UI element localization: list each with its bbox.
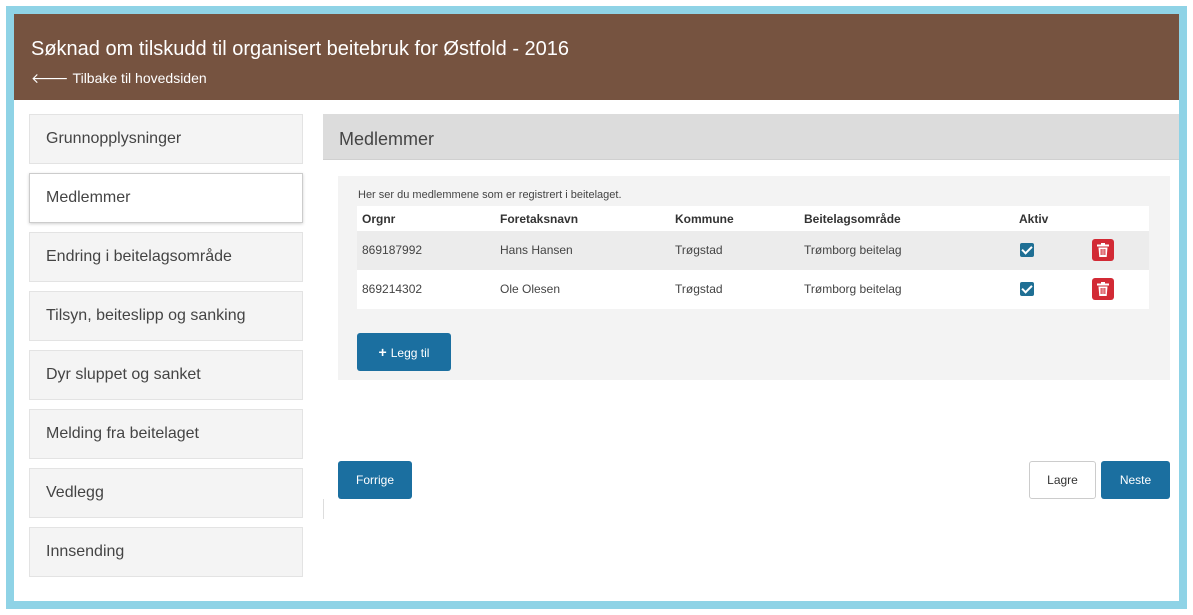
- app-frame: Søknad om tilskudd til organisert beiteb…: [6, 6, 1187, 609]
- cell-kommune: Trøgstad: [675, 243, 723, 257]
- trash-icon: [1097, 282, 1109, 296]
- panel-header: Medlemmer: [323, 114, 1179, 160]
- sidebar-item-label: Melding fra beitelaget: [46, 425, 199, 442]
- delete-button[interactable]: [1092, 278, 1114, 300]
- divider: [323, 499, 324, 519]
- cell-omrade: Trømborg beitelag: [804, 282, 902, 296]
- save-button[interactable]: Lagre: [1029, 461, 1096, 499]
- cell-kommune: Trøgstad: [675, 282, 723, 296]
- add-member-label: Legg til: [390, 346, 430, 360]
- trash-icon: [1097, 243, 1109, 257]
- column-header-kommune: Kommune: [675, 212, 734, 226]
- sidebar-item-label: Medlemmer: [46, 189, 131, 206]
- sidebar-item-label: Tilsyn, beiteslipp og sanking: [46, 307, 246, 324]
- sidebar-item-label: Innsending: [46, 543, 125, 560]
- table-row: 869214302 Ole Olesen Trøgstad Trømborg b…: [357, 270, 1149, 309]
- column-header-aktiv: Aktiv: [1019, 212, 1049, 226]
- sidebar-item-medlemmer[interactable]: Medlemmer: [29, 173, 303, 223]
- column-header-omrade: Beitelagsområde: [804, 212, 901, 226]
- table-row: 869187992 Hans Hansen Trøgstad Trømborg …: [357, 231, 1149, 270]
- sidebar-item-innsending[interactable]: Innsending: [29, 527, 303, 577]
- delete-button[interactable]: [1092, 239, 1114, 261]
- cell-omrade: Trømborg beitelag: [804, 243, 902, 257]
- header-bar: Søknad om tilskudd til organisert beiteb…: [14, 14, 1179, 100]
- page-title: Søknad om tilskudd til organisert beiteb…: [31, 38, 570, 60]
- sidebar-item-label: Dyr sluppet og sanket: [46, 366, 201, 383]
- aktiv-checkbox[interactable]: [1020, 243, 1034, 257]
- members-panel: Her ser du medlemmene som er registrert …: [338, 176, 1170, 380]
- previous-button[interactable]: Forrige: [338, 461, 412, 499]
- sidebar-item-dyr[interactable]: Dyr sluppet og sanket: [29, 350, 303, 400]
- cell-foretaksnavn: Ole Olesen: [500, 282, 561, 296]
- add-member-button[interactable]: + Legg til: [357, 333, 451, 371]
- sidebar-item-label: Vedlegg: [46, 484, 104, 501]
- arrow-left-icon: 🡐: [31, 70, 69, 86]
- intro-text: Her ser du medlemmene som er registrert …: [358, 189, 622, 201]
- main-panel: Medlemmer Her ser du medlemmene som er r…: [323, 114, 1179, 519]
- sidebar-item-label: Endring i beitelagsområde: [46, 248, 232, 265]
- plus-icon: +: [378, 344, 387, 360]
- cell-foretaksnavn: Hans Hansen: [500, 243, 573, 257]
- sidebar-item-endring[interactable]: Endring i beitelagsområde: [29, 232, 303, 282]
- section-title: Medlemmer: [339, 129, 435, 149]
- cell-orgnr: 869187992: [362, 243, 423, 257]
- column-header-foretaksnavn: Foretaksnavn: [500, 212, 579, 226]
- members-table: Orgnr Foretaksnavn Kommune Beitelagsområ…: [357, 206, 1149, 309]
- sidebar-item-melding[interactable]: Melding fra beitelaget: [29, 409, 303, 459]
- table-header: Orgnr Foretaksnavn Kommune Beitelagsområ…: [357, 206, 1149, 231]
- sidebar-item-vedlegg[interactable]: Vedlegg: [29, 468, 303, 518]
- sidebar-item-tilsyn[interactable]: Tilsyn, beiteslipp og sanking: [29, 291, 303, 341]
- cell-orgnr: 869214302: [362, 282, 423, 296]
- back-link[interactable]: 🡐 Tilbake til hovedsiden: [31, 70, 207, 87]
- back-link-label: Tilbake til hovedsiden: [72, 70, 207, 86]
- sidebar-item-label: Grunnopplysninger: [46, 130, 182, 147]
- sidebar-item-grunnopplysninger[interactable]: Grunnopplysninger: [29, 114, 303, 164]
- aktiv-checkbox[interactable]: [1020, 282, 1034, 296]
- next-button[interactable]: Neste: [1101, 461, 1170, 499]
- column-header-orgnr: Orgnr: [362, 212, 396, 226]
